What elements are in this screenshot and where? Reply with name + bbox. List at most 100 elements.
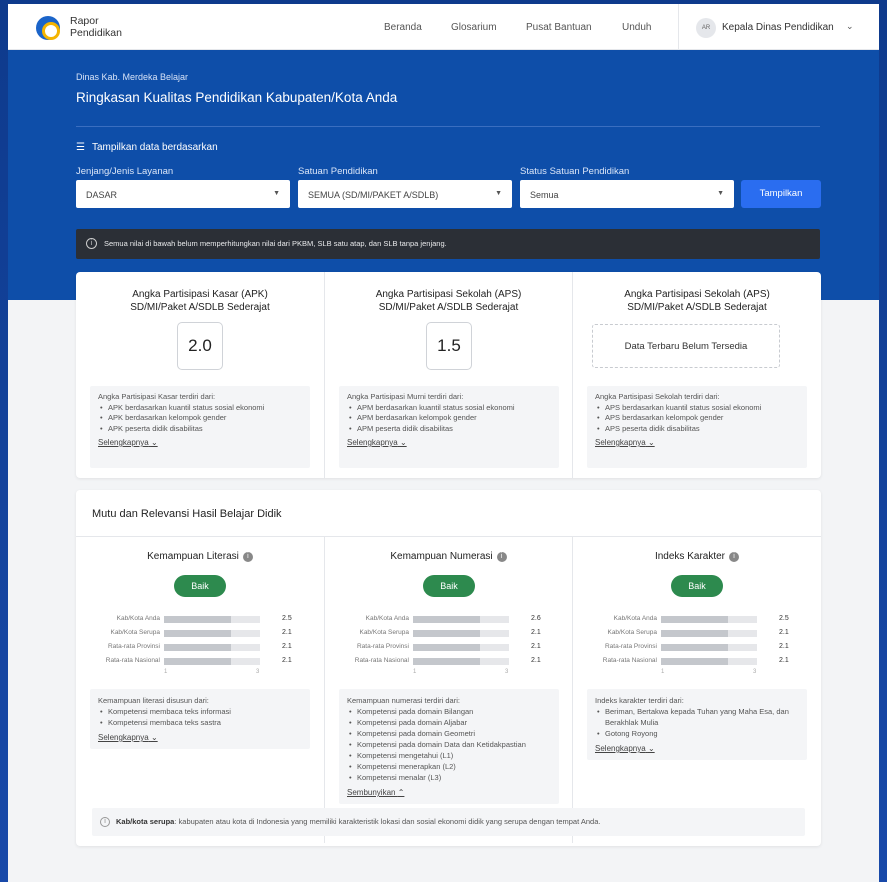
selengkapnya-link[interactable]: Selengkapnya ⌄	[347, 438, 407, 449]
info-icon[interactable]: i	[729, 552, 740, 562]
bar-track	[413, 644, 509, 651]
desc-intro: Indeks karakter terdiri dari:	[595, 696, 684, 705]
desc-intro: Angka Partisipasi Murni terdiri dari:	[347, 392, 464, 401]
filter-label-satuan: Satuan Pendidikan	[298, 166, 378, 177]
sembunyikan-link[interactable]: Sembunyikan ⌃	[347, 787, 404, 798]
list-item: Kompetensi pada domain Aljabar	[347, 717, 551, 728]
bar-value: 2.1	[282, 643, 292, 650]
caret-down-icon: ▼	[717, 190, 724, 197]
card-title-line-1: Angka Partisipasi Sekolah (APS)	[624, 289, 770, 300]
list-item: APS peserta didik disabilitas	[595, 424, 799, 435]
select-satuan-value: SEMUA (SD/MI/PAKET A/SDLB)	[308, 190, 439, 200]
selengkapnya-label: Selengkapnya	[347, 438, 398, 447]
tampilkan-button[interactable]: Tampilkan	[741, 180, 821, 208]
app-frame: Rapor Pendidikan Beranda Glosarium Pusat…	[8, 4, 879, 882]
card-title: Angka Partisipasi Sekolah (APS) SD/MI/Pa…	[573, 288, 821, 314]
info-icon[interactable]: i	[242, 552, 253, 562]
top-navbar: Rapor Pendidikan Beranda Glosarium Pusat…	[8, 4, 879, 50]
nav-glosarium[interactable]: Glosarium	[451, 22, 497, 33]
notice-text: Semua nilai di bawah belum memperhitungk…	[104, 239, 447, 248]
column-numerasi: Kemampuan Numerasi i Baik Kab/Kota Anda 2.…	[324, 537, 572, 843]
column-title-label: Indeks Karakter	[654, 551, 726, 562]
card-apk: Angka Partisipasi Kasar (APK) SD/MI/Pake…	[76, 272, 324, 478]
bar-track	[164, 658, 260, 665]
info-icon: i	[100, 817, 110, 827]
card-title-line-2: SD/MI/Paket A/SDLB Sederajat	[627, 302, 767, 313]
info-icon[interactable]: i	[496, 552, 507, 562]
user-name[interactable]: Kepala Dinas Pendidikan	[722, 22, 834, 33]
axis-tick: 3	[753, 669, 757, 675]
footnote-term: Kab/kota serupa	[116, 817, 175, 826]
bar-fill	[413, 616, 481, 623]
card-aps: Angka Partisipasi Sekolah (APS) SD/MI/Pa…	[572, 272, 821, 478]
list-item: Kompetensi membaca teks sastra	[98, 717, 302, 728]
select-satuan[interactable]: SEMUA (SD/MI/PAKET A/SDLB) ▼	[298, 180, 512, 208]
axis-tick: 1	[413, 669, 417, 675]
toggle-label: Sembunyikan	[347, 788, 396, 797]
list-item: APS berdasarkan kelompok gender	[595, 413, 799, 424]
rapor-logo-icon[interactable]	[36, 16, 60, 40]
brand-name[interactable]: Rapor Pendidikan	[70, 15, 122, 39]
select-status-value: Semua	[530, 190, 559, 200]
column-title: Kemampuan Literasi i	[76, 551, 324, 562]
footnote: i Kab/kota serupa: kabupaten atau kota d…	[92, 808, 805, 836]
bar-label: Rata-rata Nasional	[105, 657, 160, 664]
page-title: Ringkasan Kualitas Pendidikan Kabupaten/…	[76, 90, 398, 105]
bar-value: 2.1	[282, 657, 292, 664]
column-title-label: Kemampuan Numerasi	[390, 551, 493, 562]
card-title: Angka Partisipasi Sekolah (APS) SD/MI/Pa…	[325, 288, 572, 314]
bar-label: Kab/Kota Serupa	[607, 629, 657, 636]
select-status[interactable]: Semua ▼	[520, 180, 734, 208]
hero-section: Dinas Kab. Merdeka Belajar Ringkasan Kua…	[8, 50, 879, 300]
bar-track	[413, 630, 509, 637]
bar-label: Rata-rata Nasional	[354, 657, 409, 664]
card-title-line-2: SD/MI/Paket A/SDLB Sederajat	[130, 302, 270, 313]
bar-row: Kab/Kota Anda 2.5	[601, 613, 801, 627]
bar-fill	[413, 644, 481, 651]
column-title: Indeks Karakter i	[573, 551, 821, 562]
toggle-label: Selengkapnya	[98, 733, 149, 742]
filter-icon: ☰	[76, 142, 85, 153]
card-title-line-1: Angka Partisipasi Kasar (APK)	[132, 289, 268, 300]
chevron-down-icon: ⌄	[150, 733, 158, 742]
column-title-label: Kemampuan Literasi	[147, 551, 239, 562]
mutu-section: Mutu dan Relevansi Hasil Belajar Didik K…	[76, 490, 821, 846]
bar-value: 2.6	[531, 615, 541, 622]
chevron-down-icon: ⌄	[399, 438, 407, 447]
bar-row: Rata-rata Provinsi 2.1	[353, 641, 553, 655]
selengkapnya-link[interactable]: Selengkapnya ⌄	[98, 732, 158, 743]
select-jenjang[interactable]: DASAR ▼	[76, 180, 290, 208]
bar-value: 2.5	[282, 615, 292, 622]
bar-fill	[413, 658, 481, 665]
bar-fill	[164, 630, 232, 637]
chevron-down-icon[interactable]: ⌄	[846, 21, 854, 32]
axis-tick: 3	[256, 669, 260, 675]
nav-beranda[interactable]: Beranda	[384, 22, 422, 33]
region-name: Dinas Kab. Merdeka Belajar	[76, 72, 189, 82]
chevron-down-icon: ⌄	[647, 438, 655, 447]
desc-intro: Kemampuan numerasi terdiri dari:	[347, 696, 460, 705]
column-description: Indeks karakter terdiri dari: Beriman, B…	[587, 689, 807, 760]
list-item: Kompetensi pada domain Bilangan	[347, 706, 551, 717]
column-title: Kemampuan Numerasi i	[325, 551, 572, 562]
filter-label-jenjang: Jenjang/Jenis Layanan	[76, 166, 174, 177]
comparison-bars: Kab/Kota Anda 2.6 Kab/Kota Serupa 2.1 Rata…	[353, 613, 553, 679]
selengkapnya-link[interactable]: Selengkapnya ⌄	[595, 743, 655, 754]
bar-axis: 13	[104, 669, 304, 679]
bar-value: 2.1	[779, 657, 789, 664]
nav-pusat-bantuan[interactable]: Pusat Bantuan	[526, 22, 592, 33]
list-item: APK berdasarkan kuantil status sosial ek…	[98, 403, 302, 414]
bar-fill	[661, 644, 729, 651]
nav-unduh[interactable]: Unduh	[622, 22, 651, 33]
card-title-line-2: SD/MI/Paket A/SDLB Sederajat	[378, 302, 519, 313]
avatar[interactable]: AR	[696, 18, 716, 38]
comparison-bars: Kab/Kota Anda 2.5 Kab/Kota Serupa 2.1 Rata…	[601, 613, 801, 679]
axis-tick: 1	[661, 669, 665, 675]
bar-label: Rata-rata Provinsi	[107, 643, 160, 650]
selengkapnya-link[interactable]: Selengkapnya ⌄	[98, 438, 158, 449]
status-badge: Baik	[174, 575, 226, 597]
empty-state: Data Terbaru Belum Tersedia	[592, 324, 780, 368]
desc-intro: Kemampuan literasi disusun dari:	[98, 696, 209, 705]
bar-row: Rata-rata Nasional 2.1	[104, 655, 304, 669]
selengkapnya-link[interactable]: Selengkapnya ⌄	[595, 438, 655, 449]
